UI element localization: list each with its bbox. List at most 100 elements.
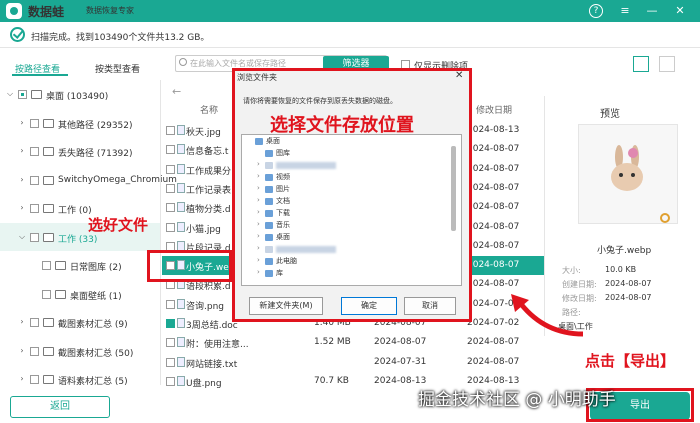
file-size: 1.52 MB [314,337,351,348]
check-circle-icon [10,27,25,42]
tree-label: 桌面 (103490) [46,92,109,102]
tree-checkbox[interactable] [30,318,39,327]
tree-checkbox[interactable] [30,118,39,128]
zoom-icon[interactable] [660,213,670,223]
bunny-image [611,145,643,191]
file-icon [177,318,185,328]
file-icon [177,337,185,348]
file-name: 信息备忘.t [186,147,229,158]
preview-filename: 小兔子.webp [597,246,652,256]
annotation-choose-file: 选好文件 [88,216,149,234]
file-icon [177,163,185,174]
column-modified[interactable]: 修改日期 [476,103,512,116]
folder-icon [43,175,54,185]
file-checkbox[interactable] [166,183,175,193]
app-subtitle: 数据恢复专家 [86,6,134,15]
tree-label: 截图素材汇总 (50) [58,348,134,359]
panel-divider [160,80,161,385]
file-modified-date: 2024-08-07 [467,221,520,232]
file-modified-date: 2024-08-07 [467,356,520,367]
file-icon [177,144,185,155]
back-arrow-icon[interactable]: ← [172,85,181,98]
file-modified-date: 2024-08-13 [467,125,520,135]
file-checkbox[interactable] [166,222,175,232]
file-checkbox[interactable] [166,203,175,213]
folder-icon [43,375,54,384]
chevron-icon[interactable]: › [18,203,26,212]
chevron-icon[interactable]: › [18,374,26,383]
tree-checkbox[interactable] [30,175,39,185]
meta-value: 2024-08-07 [605,279,652,288]
meta-key: 大小: [562,266,581,275]
tree-checkbox[interactable] [30,204,39,213]
file-created-date: 2024-07-31 [374,356,427,367]
folder-icon [55,289,66,299]
file-checkbox[interactable] [166,126,175,135]
file-size: 70.7 KB [314,375,349,386]
file-created-date: 2024-08-07 [374,337,427,348]
chevron-icon[interactable]: › [18,175,26,184]
column-name[interactable]: 名称 [200,103,218,116]
file-checkbox[interactable] [166,319,175,328]
list-view-button[interactable] [659,56,675,72]
tree-checkbox[interactable] [30,232,39,242]
file-highlight-box [147,250,232,282]
file-row[interactable]: 网站链接.txt 2024-07-31 2024-08-07 [162,353,544,372]
tab-by-type[interactable]: 按类型查看 [95,62,140,75]
file-name: 网站链接.txt [186,359,238,370]
file-checkbox[interactable] [166,357,175,367]
watermark-text: 掘金技术社区 @ 小明助手 [418,390,616,410]
chevron-icon[interactable]: ⌵ [18,232,26,242]
folder-icon [43,204,54,213]
file-checkbox[interactable] [166,338,175,348]
tree-label: 日常图库 (2) [70,263,122,273]
tree-checkbox[interactable] [30,346,39,356]
file-icon [177,182,185,193]
file-name: 工作成果分 [186,166,232,177]
file-modified-date: 2024-08-07 [467,260,520,271]
file-icon [177,356,185,367]
file-checkbox[interactable] [166,164,175,174]
annotation-click-export: 点击【导出】 [585,352,676,370]
file-checkbox[interactable] [166,145,175,155]
tree-checkbox[interactable] [18,90,27,99]
tree-checkbox[interactable] [42,289,51,299]
meta-value: 2024-08-07 [605,293,652,302]
file-name: U盘.png [186,378,222,389]
folder-icon [43,318,54,327]
annotation-choose-location: 选择文件存放位置 [270,115,414,136]
file-modified-date: 2024-08-07 [467,144,520,155]
active-tab-indicator [12,74,68,76]
meta-key: 创建日期: [562,280,597,289]
scan-status-text: 扫描完成。找到103490个文件共13.2 GB。 [31,33,210,43]
close-button[interactable]: ✕ [672,3,688,19]
preview-title: 预览 [600,109,620,120]
file-checkbox[interactable] [166,376,175,386]
file-checkbox[interactable] [166,299,175,309]
tree-label: 语料素材汇总 (5) [58,377,128,387]
folder-icon [55,261,66,270]
tree-label: 丢失路径 (71392) [58,149,133,159]
chevron-icon[interactable]: › [18,118,26,127]
back-button[interactable]: 返回 [10,396,110,418]
tree-label: 截图素材汇总 (9) [58,320,128,330]
file-row[interactable]: 附：使用注意... 1.52 MB 2024-08-07 2024-08-07 [162,333,544,352]
file-name: 植物分类.d [186,205,231,216]
file-name: 咨询.png [186,301,224,312]
tree-label: 桌面壁纸 (1) [70,291,122,302]
grid-view-button[interactable] [633,56,649,72]
menu-button[interactable]: ≡ [617,3,633,19]
chevron-icon[interactable]: ⌵ [6,89,14,99]
chevron-icon[interactable]: › [18,317,26,326]
tree-checkbox[interactable] [30,375,39,384]
minimize-button[interactable]: — [644,3,660,19]
chevron-icon[interactable]: › [18,346,26,355]
file-name: 小猫.jpg [186,224,221,235]
tree-checkbox[interactable] [42,261,51,270]
file-modified-date: 2024-08-07 [467,279,520,290]
tree-checkbox[interactable] [30,147,39,156]
file-icon [177,221,185,232]
file-icon [177,125,185,135]
help-button[interactable]: ? [589,4,603,18]
chevron-icon[interactable]: › [18,146,26,155]
